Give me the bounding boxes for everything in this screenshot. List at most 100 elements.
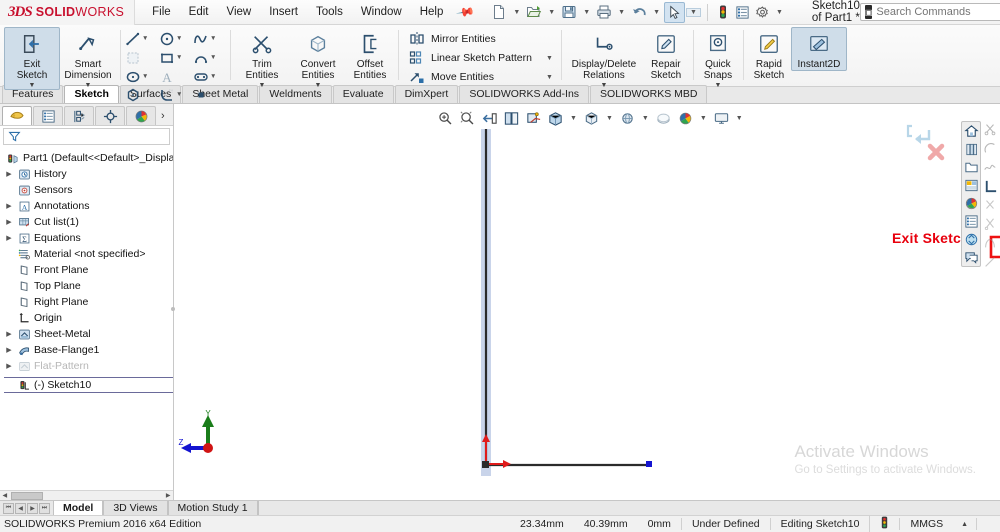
tree-item-right-plane[interactable]: Right Plane xyxy=(4,294,173,310)
repair-sketch-button[interactable]: Repair Sketch xyxy=(643,27,689,82)
spline-tool-caret[interactable]: ▼ xyxy=(210,35,216,42)
slot-tool-caret[interactable]: ▼ xyxy=(210,73,216,80)
move-entities-dropdown[interactable]: ▼ xyxy=(532,74,553,81)
search-input[interactable] xyxy=(876,6,1000,18)
menu-window[interactable]: Window xyxy=(352,2,411,22)
line-tool-caret[interactable]: ▼ xyxy=(142,35,148,42)
tree-item-sheet-metal[interactable]: ▶ Sheet-Metal xyxy=(4,326,173,342)
quick-snaps-button[interactable]: Quick Snaps ▼ xyxy=(697,27,739,90)
status-units[interactable]: MMGS xyxy=(899,518,953,530)
pushpin-icon[interactable]: 📌 xyxy=(456,2,476,22)
bottom-tab-motion-study-1[interactable]: Motion Study 1 xyxy=(167,501,258,515)
feature-tree-filter[interactable] xyxy=(3,128,170,145)
sketch-fillet-tool-button[interactable]: ▼ xyxy=(158,86,192,103)
smart-dimension-button[interactable]: Smart Dimension ▼ xyxy=(60,27,116,90)
home-button[interactable] xyxy=(962,122,980,140)
tree-item-annotations[interactable]: ▶ A Annotations xyxy=(4,198,173,214)
sketch-tool-1[interactable] xyxy=(982,121,998,137)
undo-button[interactable] xyxy=(629,2,649,23)
save-document-button[interactable] xyxy=(559,2,579,23)
tree-arrow-cutlist[interactable]: ▶ xyxy=(4,218,14,226)
rapid-sketch-button[interactable]: Rapid Sketch xyxy=(747,27,791,82)
property-manager-tab[interactable] xyxy=(33,106,63,125)
options-gear-icon[interactable] xyxy=(753,2,772,23)
menu-help[interactable]: Help xyxy=(411,2,453,22)
sketch-tool-5[interactable] xyxy=(982,197,998,213)
tree-item-origin[interactable]: Origin xyxy=(4,310,173,326)
tree-arrow-annotations[interactable]: ▶ xyxy=(4,202,14,210)
scroll-left-arrow[interactable]: ◀ xyxy=(0,492,10,499)
select-caret[interactable]: ▼ xyxy=(686,7,701,17)
status-rebuild-indicator[interactable] xyxy=(869,516,899,532)
nav-last-button[interactable]: ⏭ xyxy=(39,502,50,514)
status-units-caret[interactable]: ▲ xyxy=(953,521,976,528)
scroll-thumb[interactable] xyxy=(10,491,44,500)
sketch-tool-3[interactable] xyxy=(982,159,998,175)
chevron-right-icon[interactable]: › xyxy=(161,110,165,122)
polygon-tool-button[interactable] xyxy=(124,86,158,103)
rebuild-button[interactable] xyxy=(714,2,732,23)
offset-entities-button[interactable]: Offset Entities xyxy=(346,27,394,82)
display-delete-relations-button[interactable]: Display/Delete Relations ▼ xyxy=(565,27,643,90)
rectangle-tool-button[interactable]: ▼ xyxy=(158,49,192,66)
sketch-tool-8[interactable] xyxy=(982,254,998,270)
arc-tool-button[interactable]: ▼ xyxy=(192,49,226,66)
tree-item-cutlist[interactable]: ▶ Cut list(1) xyxy=(4,214,173,230)
view-palette-button[interactable] xyxy=(962,176,980,194)
tree-item-part1[interactable]: Part1 (Default<<Default>_Display State xyxy=(4,150,173,166)
trim-entities-button[interactable]: Trim Entities ▼ xyxy=(234,27,290,90)
arc-tool-caret[interactable]: ▼ xyxy=(210,54,216,61)
rectangle-tool-caret[interactable]: ▼ xyxy=(176,54,182,61)
panel-splitter[interactable] xyxy=(169,286,177,332)
print-document-button[interactable] xyxy=(594,2,614,23)
print-document-caret[interactable]: ▼ xyxy=(615,9,628,16)
nav-prev-button[interactable]: ◀ xyxy=(15,502,26,514)
instant2d-button[interactable]: Instant2D xyxy=(790,27,847,71)
tree-arrow-base-flange[interactable]: ▶ xyxy=(4,346,14,354)
tree-item-base-flange1[interactable]: ▶ Base-Flange1 xyxy=(4,342,173,358)
menu-tools[interactable]: Tools xyxy=(307,2,352,22)
select-button[interactable] xyxy=(664,1,686,23)
tree-arrow-history[interactable]: ▶ xyxy=(4,170,14,178)
tree-item-front-plane[interactable]: Front Plane xyxy=(4,262,173,278)
graphics-area[interactable]: ⊣ ⊢ – ❐ ✕ xyxy=(174,104,1000,500)
line-tool-button[interactable]: ▼ xyxy=(124,30,158,47)
feature-tree-tab[interactable] xyxy=(2,106,32,125)
quick-snaps-dropdown[interactable]: ▼ xyxy=(714,82,721,89)
tab-dimxpert[interactable]: DimXpert xyxy=(394,85,459,103)
save-document-caret[interactable]: ▼ xyxy=(580,9,593,16)
nav-next-button[interactable]: ▶ xyxy=(27,502,38,514)
smart-dimension-dropdown[interactable]: ▼ xyxy=(85,82,92,89)
feature-tree-horizontal-scrollbar[interactable]: ◀ ▶ xyxy=(0,490,173,500)
exit-sketch-button[interactable]: Exit Sketch ▼ xyxy=(4,27,60,90)
search-scope-icon[interactable]: ▣ xyxy=(864,5,873,19)
sketch-tool-2[interactable] xyxy=(982,140,998,156)
configuration-manager-tab[interactable] xyxy=(64,106,94,125)
tree-arrow-equations[interactable]: ▶ xyxy=(4,234,14,242)
move-entities-button[interactable]: Move Entities ▼ xyxy=(406,68,555,86)
nav-first-button[interactable]: ⏮ xyxy=(3,502,14,514)
display-delete-relations-dropdown[interactable]: ▼ xyxy=(600,82,607,89)
convert-entities-button[interactable]: Convert Entities ▼ xyxy=(290,27,346,90)
design-library-button[interactable] xyxy=(962,140,980,158)
file-properties-button[interactable] xyxy=(733,2,752,23)
tree-item-flat-pattern[interactable]: ▶ Flat-Pattern xyxy=(4,358,173,374)
exit-sketch-dropdown[interactable]: ▼ xyxy=(29,82,36,89)
custom-properties-button[interactable] xyxy=(962,212,980,230)
new-document-caret[interactable]: ▼ xyxy=(510,9,523,16)
sketch-tool-6[interactable] xyxy=(982,216,998,232)
menu-file[interactable]: File xyxy=(143,2,180,22)
bottom-tab-3d-views[interactable]: 3D Views xyxy=(103,501,168,515)
tree-item-top-plane[interactable]: Top Plane xyxy=(4,278,173,294)
mirror-entities-button[interactable]: Mirror Entities xyxy=(406,30,555,48)
open-document-button[interactable] xyxy=(524,2,544,23)
solidworks-forum-button[interactable] xyxy=(962,248,980,266)
point-tool-button[interactable] xyxy=(192,86,226,103)
3dcontentcentral-button[interactable] xyxy=(962,230,980,248)
linear-sketch-pattern-button[interactable]: Linear Sketch Pattern ▼ xyxy=(406,49,555,67)
circle-tool-caret[interactable]: ▼ xyxy=(176,35,182,42)
new-document-button[interactable] xyxy=(489,2,509,23)
menu-view[interactable]: View xyxy=(217,2,260,22)
tree-item-sensors[interactable]: Sensors xyxy=(4,182,173,198)
circle-tool-button[interactable]: ▼ xyxy=(158,30,192,47)
